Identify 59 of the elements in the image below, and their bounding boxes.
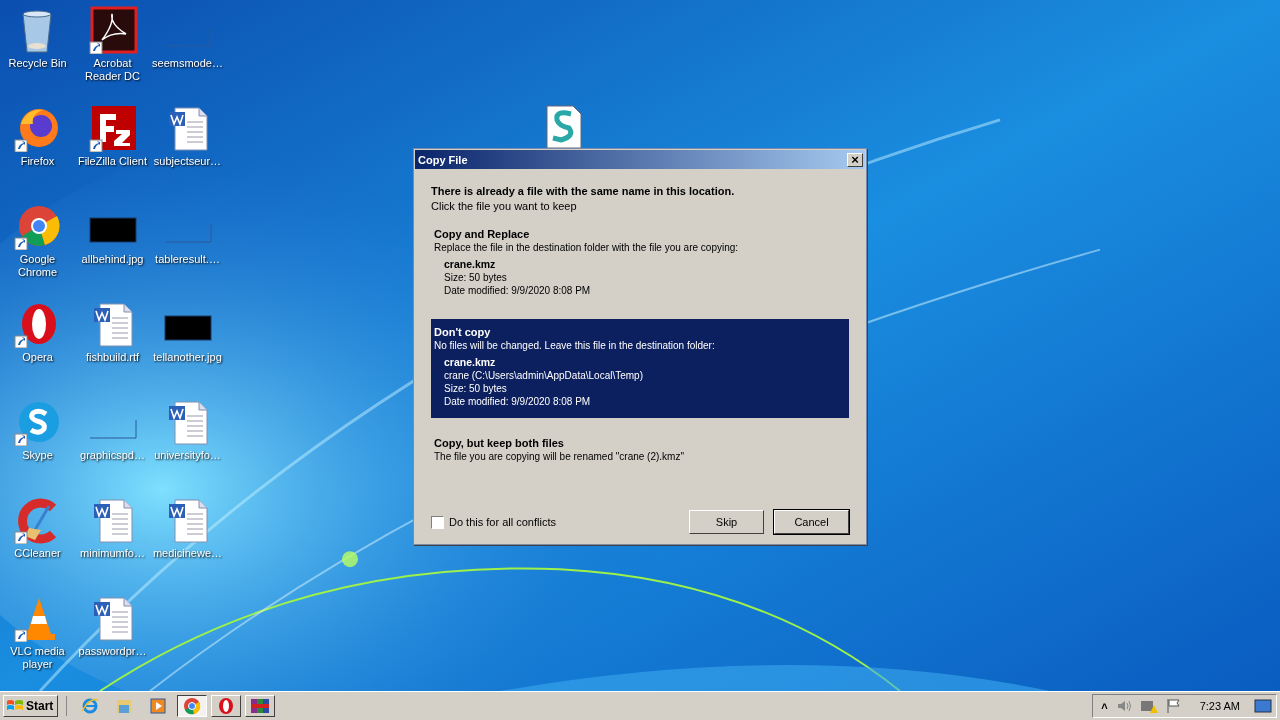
choice-option[interactable]: Copy and Replace Replace the file in the destination folder with the file you are copying: crane.kmz Size: 50 bytes Date modified: 9/9/2020 8:08 PM xyxy=(431,221,849,307)
window-title: Copy File xyxy=(418,153,468,166)
option-description: The file you are copying will be renamed "crane (2).kmz" xyxy=(434,450,684,463)
checkbox[interactable] xyxy=(431,515,444,529)
option-title: Copy, but keep both files xyxy=(434,437,564,450)
dialog-heading: There is already a file with the same name in this location. xyxy=(431,185,736,197)
icon-label: Firefox xyxy=(20,155,55,168)
checkbox-label: Do this for all conflicts xyxy=(449,516,556,528)
icon-label: subjectseur… xyxy=(153,155,222,168)
icon-label: universityfo… xyxy=(154,449,221,462)
icon-label: Recycle Bin xyxy=(8,57,67,70)
option-title: Copy and Replace xyxy=(434,228,530,241)
icon-label: graphicspd… xyxy=(80,449,145,462)
icon-label: passwordpr… xyxy=(78,645,147,658)
taskbar-button[interactable] xyxy=(177,695,208,717)
filezilla-icon[interactable] xyxy=(87,104,138,152)
choice-option[interactable]: Don't copy No files will be changed. Leave this file in the destination folder: crane.kmz crane (C:\Users\admin\AppData\Local\Temp) Size: 50 bytes Date modified: 9/9/2020 8:08 PM xyxy=(431,319,849,418)
icon-label: Acrobat Reader DC xyxy=(84,57,141,83)
icon-label: medicinewe… xyxy=(152,547,223,560)
chrome-icon xyxy=(183,697,202,715)
start-button[interactable]: Start xyxy=(3,695,59,717)
file-name: crane.kmz xyxy=(444,258,496,271)
choice-option[interactable]: Copy, but keep both files The file you are copying will be renamed "crane (2).kmz" xyxy=(431,430,849,473)
clock[interactable]: 7:23 AM xyxy=(1199,700,1240,712)
icon-label: tableresult.… xyxy=(155,253,220,266)
icon-label: Skype xyxy=(22,449,53,462)
icon-label: Opera xyxy=(22,351,53,364)
dialog-button[interactable]: Cancel xyxy=(774,510,849,534)
file-detail: crane (C:\Users\admin\AppData\Local\Temp) xyxy=(444,369,643,382)
icon-label: allbehind.jpg xyxy=(81,253,144,266)
icon-label: fishbuild.rtf xyxy=(85,351,140,364)
acrobat-icon[interactable] xyxy=(87,6,138,54)
script-file-icon[interactable] xyxy=(543,104,583,148)
option-description: Replace the file in the destination folder with the file you are copying: xyxy=(434,241,739,254)
icon-label: FileZilla Client xyxy=(77,155,148,168)
file-detail: Size: 50 bytes xyxy=(444,271,507,284)
icon-label: tellanother.jpg xyxy=(153,351,222,364)
option-description: No files will be changed. Leave this file in the destination folder: xyxy=(434,339,715,352)
icon-label: CCleaner xyxy=(14,547,61,560)
flag-icon[interactable] xyxy=(1165,698,1182,714)
dialog-instruction: Click the file you want to keep xyxy=(431,200,578,212)
opera-icon xyxy=(217,697,236,715)
file-name: crane.kmz xyxy=(444,356,496,369)
icon-label: Google Chrome xyxy=(16,253,59,279)
icon-label: seemsmode… xyxy=(152,57,223,70)
file-detail: Date modified: 9/9/2020 8:08 PM xyxy=(444,284,591,297)
icon-label: minimumfo… xyxy=(80,547,145,560)
internet-explorer-icon xyxy=(81,697,100,715)
option-title: Don't copy xyxy=(434,326,491,339)
file-detail: Date modified: 9/9/2020 8:08 PM xyxy=(444,395,591,408)
dialog-button[interactable]: Skip xyxy=(689,510,764,534)
archive-books-icon xyxy=(250,697,271,715)
media-player-icon xyxy=(149,697,168,715)
folder-icon xyxy=(115,697,134,715)
file-detail: Size: 50 bytes xyxy=(444,382,507,395)
icon-label: VLC media player xyxy=(9,645,66,671)
network-warning-icon[interactable] xyxy=(1139,698,1158,714)
show-hidden-icons-button[interactable]: ˄ xyxy=(1101,700,1108,712)
close-button[interactable]: × xyxy=(847,152,863,167)
